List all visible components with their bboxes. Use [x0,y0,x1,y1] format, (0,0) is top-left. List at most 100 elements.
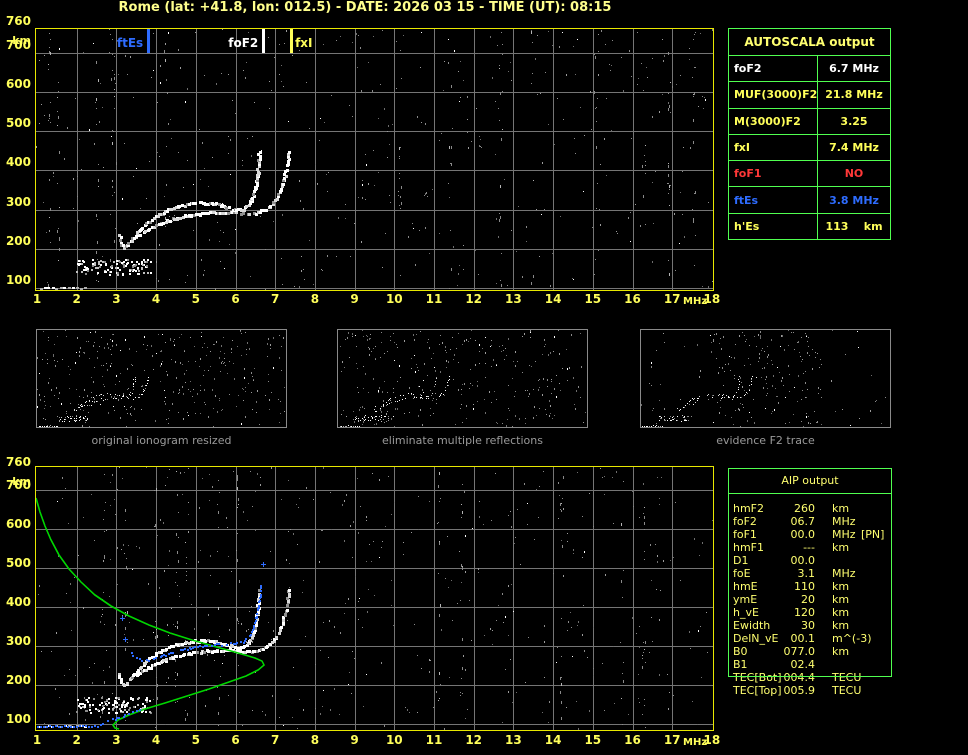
y-axis-tick: 100 [5,273,31,288]
aip-param-unit: km [832,541,850,554]
aip-param-value: 004.4 [783,671,816,684]
aip-row: TEC[Bot] 004.4 TECU [733,671,891,684]
aip-param-value: 00.0 [790,528,816,541]
thumbnail-caption: eliminate multiple reflections [382,434,543,447]
aip-row: foF1 00.0 MHz [PN] [733,528,891,541]
aip-param-value: 02.4 [790,658,816,671]
aip-param-name: hmE [733,580,758,593]
x-axis-tick: 8 [310,292,320,306]
x-axis-tick: 5 [191,292,200,306]
y-axis-tick: 100 [5,712,31,727]
param-label: M(3000)F2 [729,108,818,134]
aip-param-name: DelN_vE [733,632,779,645]
y-axis-tick: 200 [5,233,31,248]
table-row: h'Es 113 km [729,213,890,239]
aip-param-value: 077.0 [783,645,816,658]
aip-param-name: Ewidth [733,619,771,632]
marker-ftes-line [147,29,151,53]
aip-param-value: 20 [801,593,815,606]
aip-param-extra: [PN] [861,528,885,541]
aip-row: Ewidth 30 km [733,619,891,632]
aip-param-value: 3.1 [797,567,816,580]
y-axis-tick: 300 [5,194,31,209]
aip-param-name: TEC[Bot] [733,671,782,684]
aip-param-name: ymE [733,593,758,606]
thumbnail-f2-trace-canvas [641,330,890,427]
aip-param-unit: TECU [832,671,862,684]
x-axis-tick: 7 [271,292,280,306]
x-axis-tick: 14 [544,292,562,306]
x-axis-tick: 12 [465,292,483,306]
table-row: M(3000)F2 3.25 [729,108,890,135]
y-axis-tick: 400 [5,155,31,170]
y-axis-tick: 600 [5,76,31,91]
x-axis-tick: 13 [505,733,522,747]
aip-param-name: foF1 [733,528,757,541]
param-label: h'Es [729,213,818,239]
aip-row: TEC[Top] 005.9 TECU [733,684,891,697]
param-value: 3.8 MHz [829,193,879,207]
x-axis-unit: MHz [683,737,708,748]
y-axis-tick: 760 [5,455,31,469]
x-axis-tick: 15 [584,292,602,306]
x-axis-tick: 11 [425,292,443,306]
y-axis-tick: 600 [5,517,31,532]
y-axis-tick: 300 [5,634,31,649]
thumbnail-multiple-reflections-canvas [338,330,587,427]
table-row: foF2 6.7 MHz [729,56,890,83]
table-row: ftEs 3.8 MHz [729,187,890,214]
aip-param-unit: MHz [832,528,856,541]
aip-param-name: foE [733,567,751,580]
station-date-title: Rome (lat: +41.8, lon: 012.5) - DATE: 20… [118,0,612,15]
aip-row: ymE 20 km [733,593,891,606]
aip-param-unit: km [832,580,850,593]
x-axis-tick: 16 [624,733,641,747]
aip-param-name: hmF2 [733,502,765,515]
autoscala-app-window: Rome (lat: +41.8, lon: 012.5) - DATE: 20… [0,0,968,755]
y-axis-unit: km [12,34,31,47]
x-axis-tick: 2 [72,292,81,306]
y-axis-tick: 760 [5,14,31,28]
thumbnail-original-canvas [37,330,286,427]
aip-param-unit: TECU [832,684,862,697]
param-label: foF1 [729,161,818,187]
aip-param-value: 30 [801,619,815,632]
aip-param-unit: km [832,619,850,632]
x-axis-tick: 3 [112,292,121,306]
aip-param-value: --- [803,541,815,554]
y-axis-tick: 400 [5,595,31,610]
aip-param-value: 00.1 [790,632,816,645]
param-value: 7.4 MHz [829,140,879,154]
x-axis-tick: 16 [624,292,641,306]
x-axis-tick: 17 [663,292,681,306]
thumbnail-caption: evidence F2 trace [716,434,815,447]
aip-param-unit: km [832,593,850,606]
param-value: NO [844,167,864,181]
param-value: 3.25 [840,114,868,128]
aip-param-value: 005.9 [783,684,816,697]
aip-param-unit: km [832,502,850,515]
y-axis-tick: 500 [5,556,31,571]
x-axis-tick: 9 [350,733,359,747]
aip-param-name: TEC[Top] [733,684,782,697]
x-axis-tick: 10 [385,733,403,747]
x-axis-tick: 11 [425,733,443,747]
aip-param-unit: km [832,606,850,619]
aip-row: foF2 06.7 MHz [733,515,891,528]
aip-param-name: hmF1 [733,541,765,554]
aip-param-value: 06.7 [790,515,816,528]
aip-param-unit: m^(-3) [832,632,872,645]
x-axis-tick: 6 [231,733,240,747]
thumbnail-caption: original ionogram resized [91,434,232,447]
aip-param-unit: MHz [832,515,856,528]
x-axis-tick: 15 [584,733,602,747]
table-row: foF1 NO [729,161,890,188]
aip-param-unit: MHz [832,567,856,580]
x-axis-tick: 8 [310,733,320,747]
aip-row: D1 00.0 [733,554,891,567]
x-axis-tick: 5 [191,733,200,747]
aip-header-separator [729,493,891,494]
aip-param-value: 260 [794,502,815,515]
x-axis-tick: 14 [544,733,562,747]
aip-row: hmE 110 km [733,580,891,593]
